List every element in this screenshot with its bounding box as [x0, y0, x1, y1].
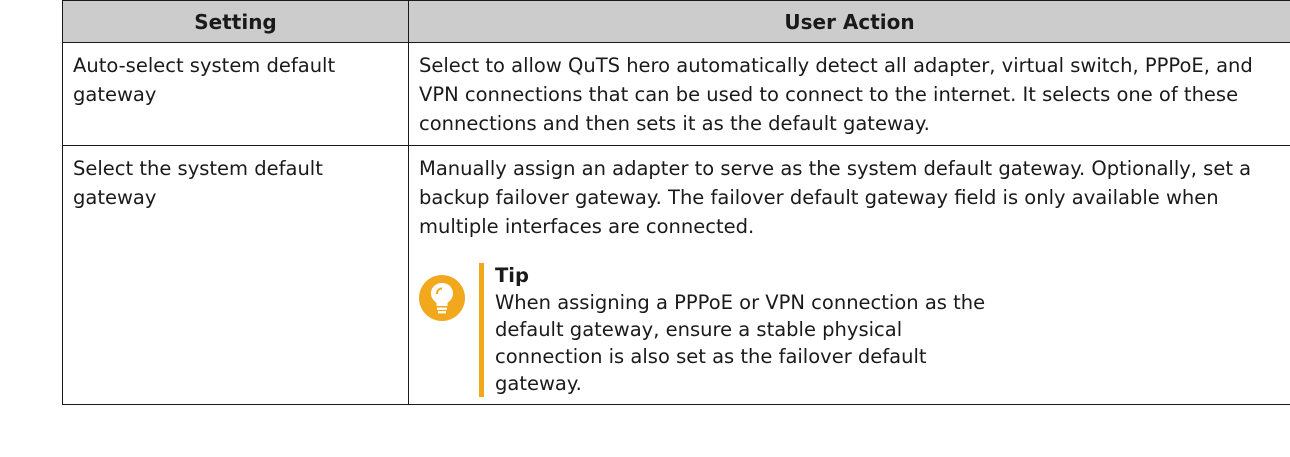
table-header-row: Setting User Action [62, 0, 1290, 43]
user-action-cell: Manually assign an adapter to serve as t… [408, 145, 1290, 405]
user-action-text: Manually assign an adapter to serve as t… [419, 157, 1252, 238]
tip-accent-bar [479, 263, 484, 397]
table-row: Auto-select system default gateway Selec… [62, 42, 1290, 146]
user-action-cell: Select to allow QuTS hero automatically … [408, 42, 1290, 146]
tip-text: When assigning a PPPoE or VPN connection… [495, 291, 986, 395]
setting-cell: Auto-select system default gateway [62, 42, 409, 146]
header-user-action: User Action [408, 0, 1290, 43]
table-row: Select the system default gateway Manual… [62, 145, 1290, 405]
settings-table: Setting User Action Auto-select system d… [62, 0, 1290, 405]
header-setting: Setting [62, 0, 409, 43]
lightbulb-icon [419, 275, 465, 321]
tip-content: Tip When assigning a PPPoE or VPN connec… [495, 263, 1280, 397]
tip-callout: Tip When assigning a PPPoE or VPN connec… [419, 263, 1280, 397]
setting-cell: Select the system default gateway [62, 145, 409, 405]
tip-title: Tip [495, 264, 529, 287]
